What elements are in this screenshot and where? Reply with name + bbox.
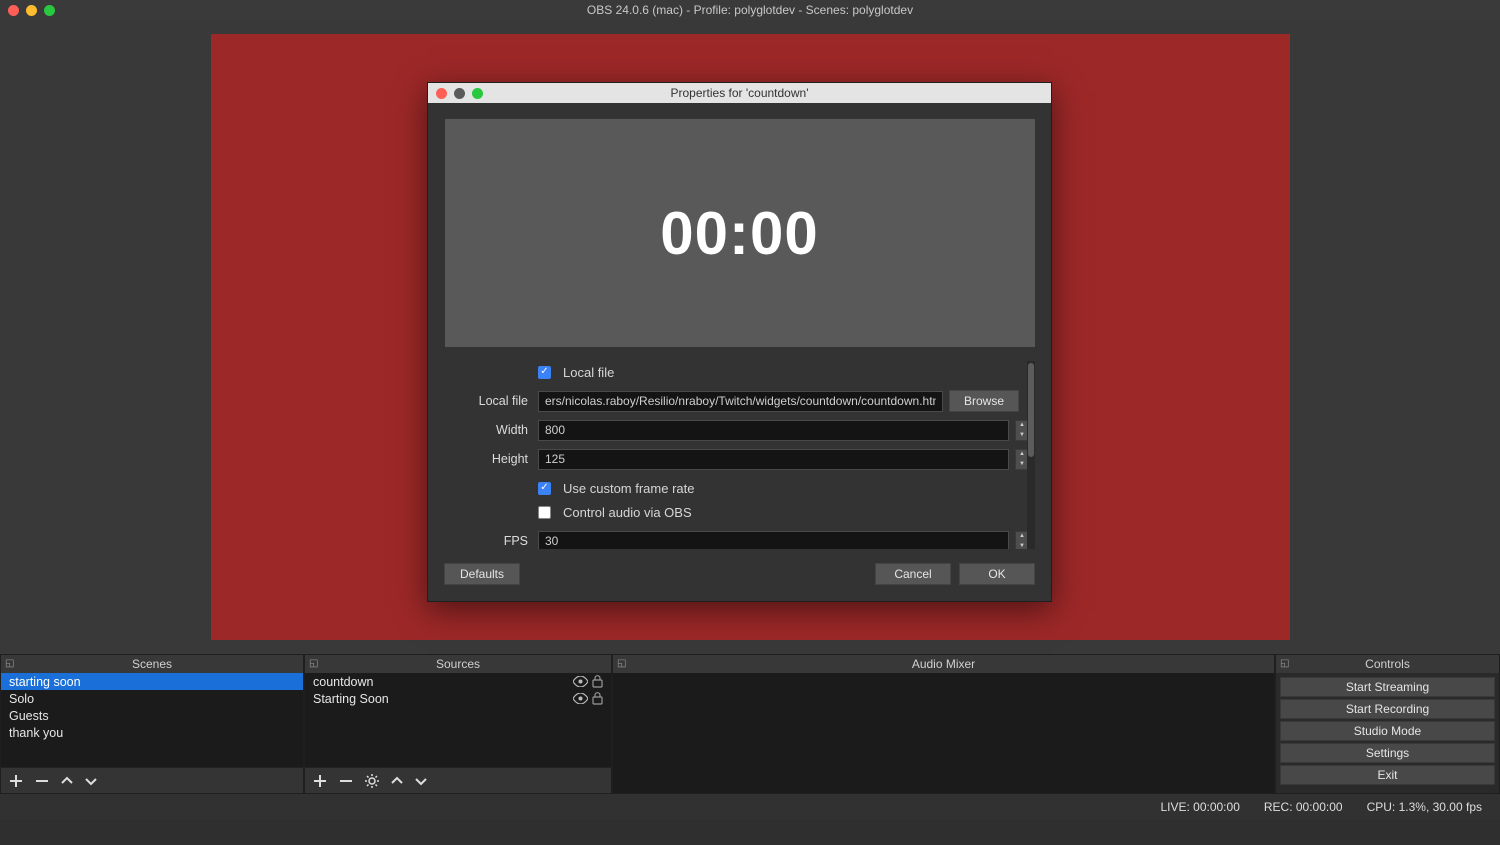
start-recording-button[interactable]: Start Recording (1280, 699, 1495, 719)
dialog-traffic-lights (428, 88, 483, 99)
status-live: LIVE: 00:00:00 (1160, 800, 1239, 814)
dialog-titlebar[interactable]: Properties for 'countdown' (428, 83, 1051, 103)
add-scene-icon[interactable] (9, 774, 23, 788)
ok-button[interactable]: OK (959, 563, 1035, 585)
remove-scene-icon[interactable] (35, 774, 49, 788)
status-cpu: CPU: 1.3%, 30.00 fps (1367, 800, 1482, 814)
sources-title: Sources (436, 657, 480, 671)
lock-icon[interactable] (592, 692, 603, 705)
scenes-panel: ◱ Scenes starting soonSoloGueststhank yo… (0, 654, 304, 794)
defaults-button[interactable]: Defaults (444, 563, 520, 585)
custom-framerate-label: Use custom frame rate (563, 481, 695, 496)
local-file-label: Local file (444, 394, 538, 408)
sources-panel: ◱ Sources countdown Starting Soon (304, 654, 612, 794)
start-streaming-button[interactable]: Start Streaming (1280, 677, 1495, 697)
scene-item[interactable]: Guests (1, 707, 303, 724)
local-file-checkbox-label: Local file (563, 365, 614, 380)
scenes-title: Scenes (132, 657, 172, 671)
dialog-source-preview: 00:00 (445, 119, 1035, 347)
control-audio-checkbox[interactable] (538, 506, 551, 519)
height-label: Height (444, 452, 538, 466)
window-traffic-lights (0, 5, 55, 16)
lock-icon[interactable] (592, 675, 603, 688)
popout-icon[interactable]: ◱ (617, 658, 626, 669)
controls-title: Controls (1365, 657, 1410, 671)
scene-item[interactable]: thank you (1, 724, 303, 741)
source-item[interactable]: countdown (305, 673, 611, 690)
local-file-path-input[interactable] (538, 391, 943, 412)
audio-mixer-panel: ◱ Audio Mixer (612, 654, 1275, 794)
move-scene-up-icon[interactable] (61, 775, 73, 787)
maximize-window-icon[interactable] (44, 5, 55, 16)
dialog-maximize-icon[interactable] (472, 88, 483, 99)
scene-item[interactable]: Solo (1, 690, 303, 707)
exit-button[interactable]: Exit (1280, 765, 1495, 785)
dialog-close-icon[interactable] (436, 88, 447, 99)
scenes-toolbar (1, 767, 303, 793)
sources-panel-header[interactable]: ◱ Sources (305, 655, 611, 673)
width-input[interactable] (538, 420, 1009, 441)
studio-mode-button[interactable]: Studio Mode (1280, 721, 1495, 741)
controls-panel-header[interactable]: ◱ Controls (1276, 655, 1499, 673)
popout-icon[interactable]: ◱ (309, 658, 318, 669)
window-title: OBS 24.0.6 (mac) - Profile: polyglotdev … (0, 3, 1500, 17)
properties-dialog: Properties for 'countdown' 00:00 Local f… (427, 82, 1052, 602)
mixer-title: Audio Mixer (912, 657, 975, 671)
source-item-label: countdown (313, 675, 569, 689)
statusbar: LIVE: 00:00:00 REC: 00:00:00 CPU: 1.3%, … (0, 794, 1500, 820)
dialog-title: Properties for 'countdown' (428, 86, 1051, 100)
width-label: Width (444, 423, 538, 437)
local-file-checkbox[interactable] (538, 366, 551, 379)
main-titlebar: OBS 24.0.6 (mac) - Profile: polyglotdev … (0, 0, 1500, 20)
height-input[interactable] (538, 449, 1009, 470)
popout-icon[interactable]: ◱ (5, 658, 14, 669)
scenes-panel-header[interactable]: ◱ Scenes (1, 655, 303, 673)
close-window-icon[interactable] (8, 5, 19, 16)
move-source-down-icon[interactable] (415, 775, 427, 787)
minimize-window-icon[interactable] (26, 5, 37, 16)
add-source-icon[interactable] (313, 774, 327, 788)
scenes-list[interactable]: starting soonSoloGueststhank you (1, 673, 303, 767)
sources-toolbar (305, 767, 611, 793)
control-audio-label: Control audio via OBS (563, 505, 692, 520)
mixer-panel-header[interactable]: ◱ Audio Mixer (613, 655, 1274, 673)
move-scene-down-icon[interactable] (85, 775, 97, 787)
dialog-minimize-icon (454, 88, 465, 99)
visibility-icon[interactable] (573, 676, 588, 687)
move-source-up-icon[interactable] (391, 775, 403, 787)
source-item-label: Starting Soon (313, 692, 569, 706)
status-rec: REC: 00:00:00 (1264, 800, 1343, 814)
custom-framerate-checkbox[interactable] (538, 482, 551, 495)
mixer-body (613, 673, 1274, 793)
source-item[interactable]: Starting Soon (305, 690, 611, 707)
sources-list[interactable]: countdown Starting Soon (305, 673, 611, 767)
settings-button[interactable]: Settings (1280, 743, 1495, 763)
source-properties-icon[interactable] (365, 774, 379, 788)
scene-item[interactable]: starting soon (1, 673, 303, 690)
dock-area: ◱ Scenes starting soonSoloGueststhank yo… (0, 654, 1500, 794)
countdown-preview-text: 00:00 (660, 199, 818, 268)
browse-button[interactable]: Browse (949, 390, 1019, 412)
visibility-icon[interactable] (573, 693, 588, 704)
fps-label: FPS (444, 534, 538, 548)
remove-source-icon[interactable] (339, 774, 353, 788)
cancel-button[interactable]: Cancel (875, 563, 951, 585)
form-scrollbar[interactable] (1027, 361, 1035, 549)
fps-input[interactable] (538, 531, 1009, 550)
controls-panel: ◱ Controls Start Streaming Start Recordi… (1275, 654, 1500, 794)
popout-icon[interactable]: ◱ (1280, 658, 1289, 669)
